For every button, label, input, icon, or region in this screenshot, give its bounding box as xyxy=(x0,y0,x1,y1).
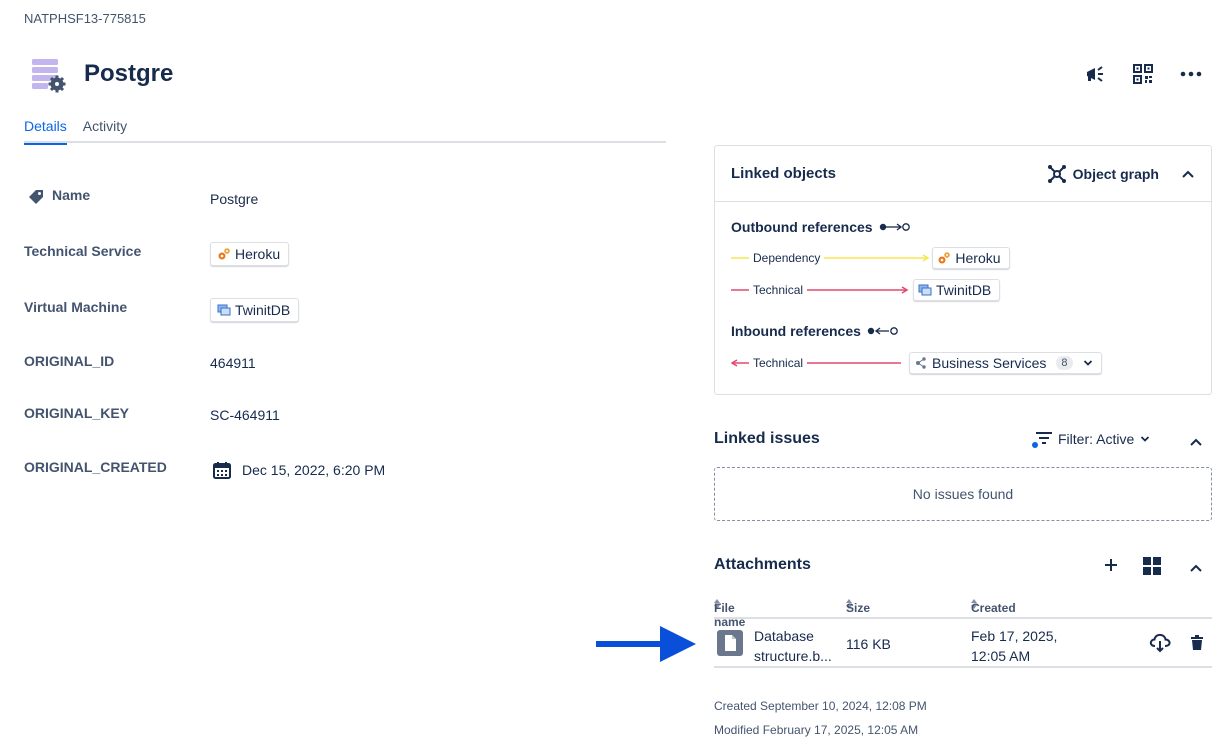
virtual-machine-icon xyxy=(918,283,932,297)
object-chip-business-services[interactable]: Business Services 8 xyxy=(909,352,1102,374)
attribute-value: Dec 15, 2022, 6:20 PM xyxy=(242,462,386,478)
calendar-icon xyxy=(212,460,232,480)
object-chip-label: Business Services xyxy=(932,355,1047,371)
attribute-label: ORIGINAL_KEY xyxy=(24,405,130,421)
annotation-arrow-icon xyxy=(596,625,698,668)
filter-icon xyxy=(1032,430,1054,448)
graph-icon xyxy=(1047,164,1067,184)
object-chip-label: TwinitDB xyxy=(936,282,992,298)
outbound-reference-dependency: Dependency Heroku xyxy=(731,247,1010,269)
virtual-machine-icon xyxy=(217,303,231,317)
reference-type: Technical xyxy=(753,283,804,297)
attribute-label: Technical Service xyxy=(24,243,142,259)
outbound-reference-technical: Technical TwinitDB xyxy=(731,279,1001,301)
linked-issues-collapse-icon[interactable] xyxy=(1189,434,1203,452)
file-size: 116 KB xyxy=(846,636,891,652)
outbound-arrow-icon xyxy=(879,222,911,232)
object-graph-label: Object graph xyxy=(1072,165,1159,182)
object-key: NATPHSF13-775815 xyxy=(24,11,146,26)
reference-type: Dependency xyxy=(753,251,821,265)
created-timestamp: Created September 10, 2024, 12:08 PM xyxy=(714,699,927,713)
reference-type: Technical xyxy=(753,356,804,370)
chevron-down-icon xyxy=(1140,435,1150,443)
attribute-label: ORIGINAL_CREATED xyxy=(24,459,167,475)
tag-icon xyxy=(28,189,44,205)
filter-label: Filter: Active xyxy=(1058,431,1135,447)
object-chip-label: Heroku xyxy=(235,246,281,262)
outbound-references-title: Outbound references xyxy=(731,219,873,235)
attribute-value: Postgre xyxy=(210,191,259,207)
table-header: File name Size Created xyxy=(714,597,1212,629)
attribute-label: ORIGINAL_ID xyxy=(24,353,115,369)
attachments-title: Attachments xyxy=(714,556,811,573)
tab-bar: Details Activity xyxy=(24,118,666,145)
filter-dropdown[interactable]: Filter: Active xyxy=(1032,430,1150,448)
attribute-label: Name xyxy=(52,187,91,203)
file-name[interactable]: Database structure.b... xyxy=(754,626,832,666)
collapse-chevron-icon[interactable] xyxy=(1181,169,1195,179)
attribute-value: 464911 xyxy=(210,355,256,371)
grid-view-icon[interactable] xyxy=(1142,556,1162,581)
page-title: Postgre xyxy=(84,60,174,87)
object-chip-heroku[interactable]: Heroku xyxy=(210,242,290,266)
share-network-icon xyxy=(914,356,928,370)
object-chip-twinitdb[interactable]: TwinitDB xyxy=(913,279,1001,301)
column-header-file-name[interactable]: File name xyxy=(714,599,745,629)
no-issues-placeholder: No issues found xyxy=(714,467,1212,521)
database-settings-icon xyxy=(30,57,68,93)
tab-activity[interactable]: Activity xyxy=(83,118,127,143)
file-created: Feb 17, 2025, 12:05 AM xyxy=(971,628,1058,664)
column-header-size[interactable]: Size xyxy=(846,599,870,615)
download-cloud-icon[interactable] xyxy=(1149,633,1171,656)
file-document-icon xyxy=(717,630,743,659)
attachments-collapse-icon[interactable] xyxy=(1189,560,1203,578)
column-header-created[interactable]: Created xyxy=(971,599,1016,615)
gears-icon xyxy=(217,247,231,261)
inbound-reference-technical: Technical Business Services 8 xyxy=(731,352,1102,374)
object-graph-button[interactable]: Object graph xyxy=(1047,164,1159,184)
delete-trash-icon[interactable] xyxy=(1190,635,1204,654)
chevron-down-icon[interactable] xyxy=(1083,359,1093,367)
linked-issues-title: Linked issues xyxy=(714,430,820,447)
attribute-value: SC-464911 xyxy=(210,407,280,423)
reference-arrow-left-icon xyxy=(731,359,749,367)
modified-timestamp: Modified February 17, 2025, 12:05 AM xyxy=(714,723,919,737)
object-chip-heroku[interactable]: Heroku xyxy=(932,247,1010,269)
linked-objects-title: Linked objects xyxy=(731,165,837,182)
inbound-references-title: Inbound references xyxy=(731,323,861,339)
linked-objects-panel: Linked objects Object graph Outbound ref… xyxy=(714,145,1212,395)
more-options-icon[interactable] xyxy=(1174,60,1208,88)
table-row[interactable]: Database structure.b... 116 KB Feb 17, 2… xyxy=(714,619,1212,668)
object-chip-twinitdb[interactable]: TwinitDB xyxy=(210,298,300,322)
qr-code-icon[interactable] xyxy=(1126,60,1160,88)
add-attachment-plus-icon[interactable] xyxy=(1103,557,1119,578)
attachments-table: File name Size Created Database structur… xyxy=(714,597,1212,668)
reference-arrow-icon xyxy=(807,286,909,294)
inbound-arrow-icon xyxy=(867,326,899,336)
feedback-megaphone-icon[interactable] xyxy=(1078,60,1112,88)
reference-line-icon xyxy=(731,289,749,291)
reference-arrow-icon xyxy=(824,254,930,262)
gears-icon xyxy=(937,251,951,265)
tab-details[interactable]: Details xyxy=(24,118,67,145)
reference-line-icon xyxy=(731,257,749,259)
reference-line-icon xyxy=(807,362,902,364)
count-badge: 8 xyxy=(1056,356,1073,370)
object-chip-label: Heroku xyxy=(955,250,1001,266)
attribute-label: Virtual Machine xyxy=(24,299,128,315)
object-chip-label: TwinitDB xyxy=(235,302,291,318)
